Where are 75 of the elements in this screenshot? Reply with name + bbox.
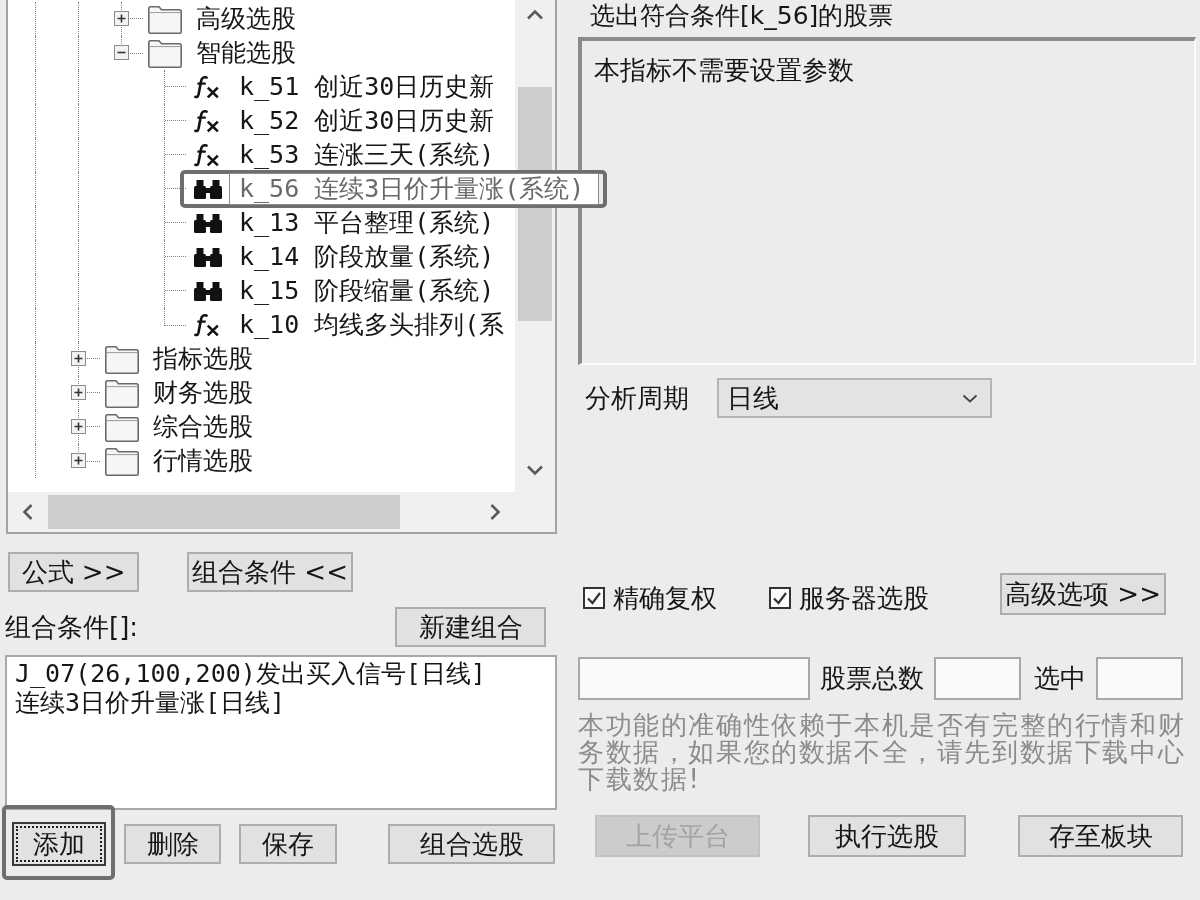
checkbox-option[interactable]: 精确复权: [583, 580, 717, 616]
tree-guide-line: [164, 206, 186, 240]
tree-guide-line: [164, 172, 186, 206]
tree-item[interactable]: k_14 阶段放量(系统): [229, 241, 498, 273]
condition-item[interactable]: 连续3日价升量涨[日线]: [15, 688, 286, 717]
checkbox-checked-icon[interactable]: [583, 587, 605, 609]
folder-icon: [104, 446, 140, 476]
formula-icon: [194, 313, 220, 337]
action-button[interactable]: 保存: [239, 824, 337, 864]
checkbox-checked-icon[interactable]: [769, 587, 791, 609]
condition-list[interactable]: J_07(26,100,200)发出买入信号[日线] 连续3日价升量涨[日线]: [5, 655, 557, 810]
field-label: 股票总数: [820, 662, 924, 695]
scroll-up-icon[interactable]: [526, 9, 544, 20]
tree-item[interactable]: 综合选股: [143, 411, 256, 443]
tree-item[interactable]: 高级选股: [186, 3, 299, 35]
tree-item[interactable]: k_52 创近30日历史新: [229, 105, 498, 137]
folder-icon: [147, 38, 183, 68]
action-button[interactable]: 存至板块: [1018, 815, 1183, 857]
plus-box-icon[interactable]: [71, 351, 86, 366]
tree-item[interactable]: k_51 创近30日历史新: [229, 71, 498, 103]
tree-item[interactable]: k_56 连续3日价升量涨(系统): [229, 173, 600, 205]
new-combination-button[interactable]: 新建组合: [395, 607, 546, 647]
tree-guide-line: [164, 138, 186, 172]
advanced-options-button[interactable]: 高级选项 >>: [1000, 573, 1166, 615]
formula-icon: [194, 143, 220, 167]
scrollbar-thumb[interactable]: [48, 495, 400, 529]
selected-count-field[interactable]: [1096, 657, 1183, 700]
tree-item[interactable]: 智能选股: [186, 37, 299, 69]
tree-item[interactable]: 财务选股: [143, 377, 256, 409]
field-label: 选中: [1034, 662, 1086, 695]
scroll-left-icon[interactable]: [22, 503, 33, 521]
binoculars-icon: [194, 281, 222, 301]
tree-guide-line: [164, 104, 186, 138]
panel-toggle-button[interactable]: 公式 >>: [8, 552, 139, 592]
binoculars-icon: [194, 213, 222, 233]
binoculars-icon: [194, 179, 222, 199]
plus-box-icon[interactable]: [71, 385, 86, 400]
folder-icon: [104, 378, 140, 408]
scroll-down-icon[interactable]: [526, 465, 544, 476]
plus-box-icon[interactable]: [71, 419, 86, 434]
folder-icon: [104, 344, 140, 374]
binoculars-icon: [194, 247, 222, 267]
tree-item[interactable]: k_13 平台整理(系统): [229, 207, 498, 239]
note-text: 本功能的准确性依赖于本机是否有完整的行情和财务数据，如果您的数据不全，请先到数据下载中心下载数据!: [578, 712, 1187, 793]
chevron-down-icon: [962, 393, 978, 403]
total-count-field[interactable]: [934, 657, 1021, 700]
period-dropdown[interactable]: 日线: [717, 378, 992, 418]
tree-item[interactable]: 指标选股: [143, 343, 256, 375]
folder-icon: [147, 4, 183, 34]
tree-guide-line: [164, 70, 186, 104]
field-label: 分析周期: [585, 381, 689, 415]
action-button[interactable]: 添加: [12, 822, 106, 866]
condition-item[interactable]: J_07(26,100,200)发出买入信号[日线]: [15, 659, 486, 688]
action-button[interactable]: 组合选股: [388, 824, 555, 864]
action-button[interactable]: 删除: [124, 824, 221, 864]
scroll-right-icon[interactable]: [490, 503, 501, 521]
tree-item[interactable]: k_15 阶段缩量(系统): [229, 275, 498, 307]
panel-toggle-button[interactable]: 组合条件 <<: [187, 552, 353, 592]
panel-title: 选出符合条件[k_56]的股票: [590, 2, 894, 30]
folder-icon: [104, 412, 140, 442]
minus-box-icon[interactable]: [114, 45, 129, 60]
formula-icon: [194, 109, 220, 133]
combination-label: 组合条件[]:: [5, 610, 139, 644]
tree-item[interactable]: 行情选股: [143, 445, 256, 477]
parameter-message: 本指标不需要设置参数: [594, 54, 854, 87]
text-field[interactable]: [578, 657, 810, 700]
tree-item[interactable]: k_10 均线多头排列(系: [229, 309, 508, 341]
action-button[interactable]: 执行选股: [808, 815, 966, 857]
formula-icon: [194, 75, 220, 99]
tree-guide-line: [164, 240, 186, 274]
checkbox-option[interactable]: 服务器选股: [769, 580, 929, 616]
plus-box-icon[interactable]: [71, 453, 86, 468]
tree-item[interactable]: k_53 连涨三天(系统): [229, 139, 498, 171]
plus-box-icon[interactable]: [114, 11, 129, 26]
horizontal-scrollbar[interactable]: [8, 492, 515, 532]
